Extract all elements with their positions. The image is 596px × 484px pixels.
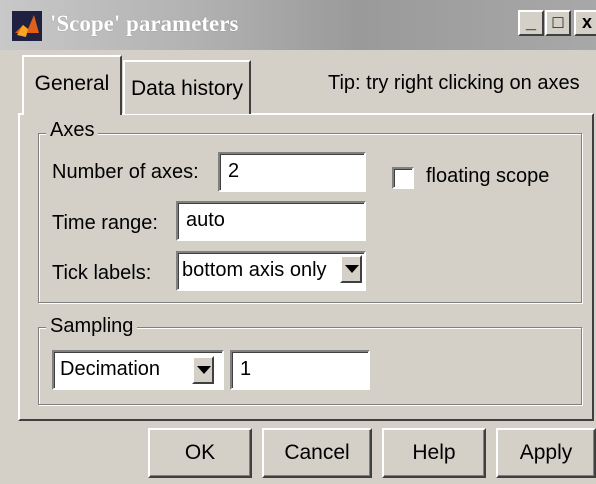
maximize-button[interactable]: □ [545,10,571,36]
tick-labels-value: bottom axis only [182,259,327,281]
tab-general[interactable]: General [22,55,122,115]
close-button[interactable]: x [574,10,596,36]
time-range-field[interactable]: auto [176,201,366,241]
time-range-label: Time range: [52,212,158,234]
tip-text: Tip: try right clicking on axes [328,72,580,94]
sampling-mode-value: Decimation [60,358,161,380]
sampling-mode-dropdown-arrow[interactable] [192,356,214,384]
number-of-axes-label: Number of axes: [52,161,199,183]
decimation-factor-field[interactable]: 1 [230,350,370,390]
apply-button[interactable]: Apply [496,428,596,478]
tick-labels-dropdown-arrow[interactable] [340,255,362,283]
number-of-axes-field[interactable]: 2 [218,152,366,192]
axes-group-title: Axes [46,119,99,142]
chevron-down-icon [345,265,359,273]
ok-button[interactable]: OK [148,428,252,478]
floating-scope-checkbox[interactable] [392,167,414,189]
tab-data-history[interactable]: Data history [123,60,251,114]
sampling-group-title: Sampling [46,315,138,338]
minimize-button[interactable]: _ [518,10,544,36]
cancel-button[interactable]: Cancel [262,428,372,478]
help-button[interactable]: Help [382,428,486,478]
matlab-logo-icon [12,11,42,41]
title-bar[interactable]: 'Scope' parameters _ □ x [0,0,596,50]
tick-labels-label: Tick labels: [52,262,152,284]
floating-scope-label: floating scope [426,165,550,187]
chevron-down-icon [197,366,211,374]
tick-labels-dropdown[interactable]: bottom axis only [176,251,366,291]
window-title: 'Scope' parameters [50,11,239,36]
